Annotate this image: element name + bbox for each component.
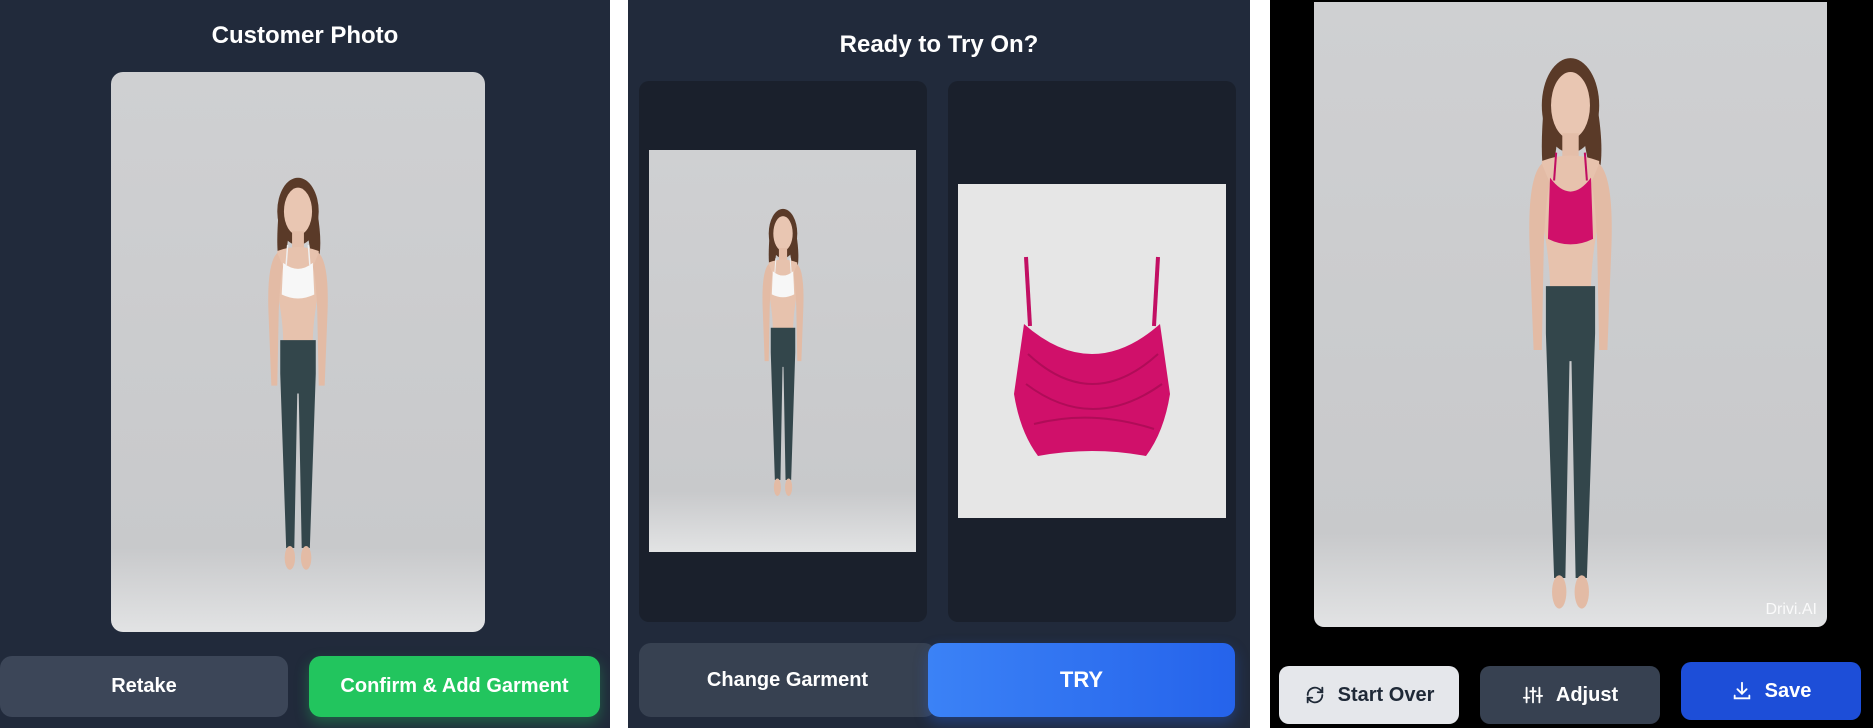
customer-photo — [111, 72, 485, 632]
adjust-button[interactable]: Adjust — [1480, 666, 1660, 724]
customer-photo-title: Customer Photo — [211, 22, 399, 49]
change-garment-button[interactable]: Change Garment — [639, 643, 936, 717]
confirm-add-garment-button[interactable]: Confirm & Add Garment — [309, 656, 600, 717]
try-on-title: Ready to Try On? — [839, 31, 1039, 58]
try-button[interactable]: TRY — [928, 643, 1235, 717]
adjust-label: Adjust — [1555, 683, 1619, 706]
save-button[interactable]: Save — [1681, 662, 1861, 720]
customer-preview-image — [649, 150, 916, 552]
result-panel: Drivi.AI Start Over Adjust Save — [1270, 0, 1873, 728]
refresh-icon — [1304, 684, 1326, 706]
start-over-label: Start Over — [1337, 683, 1435, 706]
garment-image — [958, 184, 1226, 518]
try-on-panel: Ready to Try On? Change Garment TRY — [628, 0, 1250, 728]
customer-photo-panel: Customer Photo Retake Confirm & Add Garm… — [0, 0, 610, 728]
watermark: Drivi.AI — [1765, 601, 1817, 618]
sliders-icon — [1522, 684, 1544, 706]
result-image: Drivi.AI — [1314, 2, 1827, 627]
retake-button[interactable]: Retake — [0, 656, 288, 717]
save-label: Save — [1764, 679, 1812, 702]
download-icon — [1731, 680, 1753, 702]
start-over-button[interactable]: Start Over — [1279, 666, 1459, 724]
